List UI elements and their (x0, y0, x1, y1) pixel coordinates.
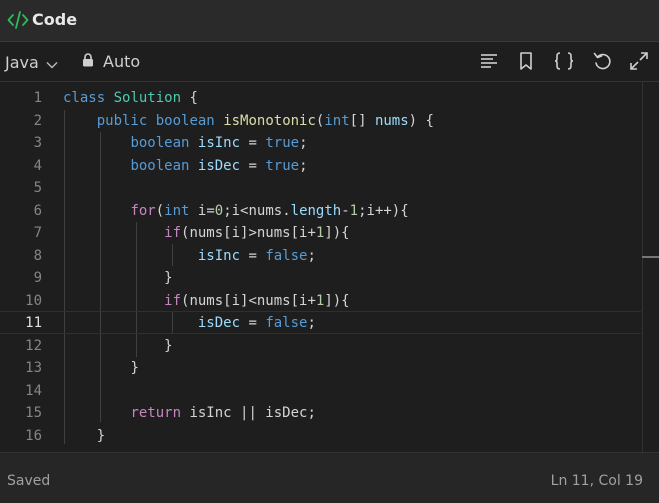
code-line[interactable]: 5 (0, 177, 641, 200)
code-text: if(nums[i]<nums[i+1]){ (164, 292, 350, 309)
code-line[interactable]: 1 class Solution { (0, 87, 641, 110)
line-number: 6 (33, 202, 42, 219)
line-number: 16 (25, 427, 42, 444)
line-number: 1 (33, 90, 42, 106)
status-bar: Saved Ln 11, Col 19 (0, 452, 659, 503)
mode-label: Auto (103, 52, 141, 71)
line-number: 7 (33, 225, 42, 241)
line-number: 8 (33, 247, 42, 264)
line-number: 11 (25, 315, 42, 331)
bookmark-icon[interactable] (516, 51, 536, 71)
editor-toolbar: Java Auto (0, 43, 659, 82)
line-number: 15 (25, 405, 42, 421)
line-number: 10 (25, 292, 42, 309)
code-text: return isInc || isDec; (130, 405, 316, 421)
format-icon[interactable] (479, 51, 499, 71)
vertical-scrollbar[interactable] (642, 82, 659, 452)
code-line[interactable]: 8 isInc = false; (0, 245, 641, 268)
code-line[interactable]: 16 } (0, 425, 641, 448)
code-text: if(nums[i]>nums[i+1]){ (164, 225, 350, 241)
code-line-current[interactable]: 11 isDec = false; (0, 311, 641, 334)
code-text: } (164, 337, 173, 354)
code-text: class Solution { (63, 90, 198, 106)
line-number: 3 (33, 135, 42, 151)
code-text: boolean isInc = true; (130, 135, 308, 151)
code-line[interactable]: 7 if(nums[i]>nums[i+1]){ (0, 222, 641, 245)
line-number: 2 (33, 112, 42, 129)
code-text: } (164, 270, 173, 286)
code-line[interactable]: 12 } (0, 335, 641, 358)
line-number: 12 (25, 337, 42, 354)
code-line[interactable]: 10 if(nums[i]<nums[i+1]){ (0, 290, 641, 313)
expand-icon[interactable] (629, 51, 649, 71)
code-icon (7, 10, 29, 34)
code-line[interactable]: 6 for(int i=0;i<nums.length-1;i++){ (0, 200, 641, 223)
panel-title: Code (32, 10, 78, 29)
cursor-position: Ln 11, Col 19 (550, 473, 643, 489)
code-line[interactable]: 3 boolean isInc = true; (0, 132, 641, 155)
line-number: 4 (33, 157, 42, 174)
code-line[interactable]: 9 } (0, 267, 641, 290)
line-number: 9 (33, 270, 42, 286)
code-text: } (130, 360, 139, 376)
auto-mode-toggle[interactable]: Auto (82, 52, 140, 71)
code-text: } (96, 427, 106, 444)
code-text: isInc = false; (197, 247, 316, 264)
line-number: 5 (33, 180, 42, 196)
code-line[interactable]: 13 } (0, 357, 641, 380)
code-line[interactable]: 15 return isInc || isDec; (0, 402, 641, 425)
title-bar: Code (0, 0, 659, 42)
code-line[interactable]: 2 public boolean isMonotonic(int[] nums)… (0, 110, 641, 133)
code-text: public boolean isMonotonic(int[] nums) { (96, 112, 434, 129)
save-status: Saved (7, 473, 51, 489)
braces-icon[interactable] (553, 51, 575, 71)
reset-icon[interactable] (592, 51, 612, 71)
code-text: for(int i=0;i<nums.length-1;i++){ (130, 202, 409, 219)
chevron-down-icon (46, 54, 58, 73)
line-number: 14 (25, 382, 42, 399)
language-select[interactable]: Java (5, 52, 58, 73)
language-label: Java (5, 53, 39, 72)
line-number: 13 (25, 360, 42, 376)
code-line[interactable]: 4 boolean isDec = true; (0, 155, 641, 178)
lock-icon (82, 52, 94, 71)
code-text: boolean isDec = true; (130, 157, 308, 174)
code-text: isDec = false; (197, 315, 316, 331)
code-editor[interactable]: 1 class Solution { 2 public boolean isMo… (0, 82, 659, 452)
code-line[interactable]: 14 (0, 380, 641, 403)
scrollbar-cursor-marker (642, 256, 659, 258)
